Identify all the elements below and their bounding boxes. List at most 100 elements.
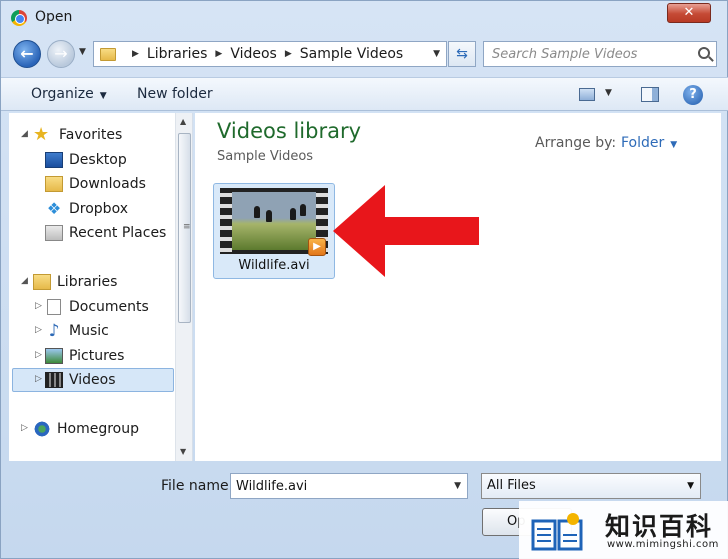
sidebar-item-label: Videos — [69, 372, 116, 388]
chevron-down-icon: ▼ — [99, 91, 107, 101]
sidebar-item-downloads[interactable]: Downloads — [45, 172, 146, 196]
sidebar-item-label: Pictures — [69, 348, 125, 364]
file-name-label: File name: — [161, 478, 234, 494]
chrome-icon — [11, 10, 27, 26]
view-chevron-down-icon[interactable]: ▼ — [605, 88, 612, 98]
sidebar-item-label: Desktop — [69, 152, 127, 168]
collapse-arrow-icon[interactable]: ◢ — [21, 276, 28, 286]
sidebar-item-label: Dropbox — [69, 201, 128, 217]
sidebar-item-label: Homegroup — [57, 421, 140, 437]
sidebar-item-documents[interactable]: Documents — [45, 295, 149, 319]
bird-shape — [254, 206, 260, 218]
arrange-by-value: Folder — [621, 135, 665, 151]
libraries-icon — [33, 274, 51, 290]
bird-shape — [290, 208, 296, 220]
breadcrumb-videos[interactable]: Videos — [230, 46, 277, 62]
chevron-right-icon[interactable]: ▶ — [285, 49, 292, 59]
file-list-pane: Videos library Sample Videos Arrange by:… — [195, 113, 721, 461]
breadcrumb-libraries[interactable]: Libraries — [147, 46, 207, 62]
sidebar-item-music[interactable]: ♪ Music — [45, 319, 109, 343]
bird-shape — [300, 204, 306, 216]
command-toolbar: Organize ▼ New folder ▼ ? — [1, 77, 728, 111]
library-subtitle: Sample Videos — [217, 149, 314, 164]
sidebar-item-label: Recent Places — [69, 225, 167, 241]
refresh-button[interactable]: ⇆ — [448, 41, 476, 67]
star-icon: ★ — [33, 124, 50, 145]
scroll-up-arrow-icon[interactable]: ▲ — [180, 117, 186, 126]
recent-places-icon — [45, 225, 63, 241]
forward-button[interactable]: → — [47, 40, 75, 68]
chevron-right-icon[interactable]: ▶ — [132, 49, 139, 59]
open-dialog: Open ✕ ← → ▼ ▶ Libraries ▶ Videos ▶ Samp… — [0, 0, 728, 559]
chevron-right-icon[interactable]: ▶ — [215, 49, 222, 59]
folder-icon — [100, 47, 116, 61]
search-box — [483, 41, 717, 67]
scroll-down-arrow-icon[interactable]: ▼ — [180, 447, 186, 456]
address-chevron-down-icon[interactable]: ▼ — [433, 49, 440, 59]
sidebar-item-label: Documents — [69, 299, 149, 315]
expand-arrow-icon[interactable]: ▷ — [35, 374, 42, 384]
sidebar-item-label: Libraries — [57, 274, 118, 290]
organize-button[interactable]: Organize ▼ — [31, 86, 107, 102]
pictures-icon — [45, 348, 63, 364]
preview-pane-icon[interactable] — [641, 87, 659, 102]
sidebar-item-label: Downloads — [69, 176, 146, 192]
sidebar-item-favorites[interactable]: ★ Favorites — [33, 123, 122, 147]
file-name-combobox: ▼ — [230, 473, 468, 499]
documents-icon — [47, 299, 61, 315]
file-name: Wildlife.avi — [238, 258, 310, 273]
expand-arrow-icon[interactable]: ▷ — [35, 301, 42, 311]
organize-label: Organize — [31, 86, 94, 102]
watermark: 知识百科 www.mimingshi.com — [519, 501, 728, 559]
book-lightbulb-logo-icon — [531, 513, 583, 551]
desktop-icon — [45, 152, 63, 168]
sidebar-item-dropbox[interactable]: ❖ Dropbox — [45, 197, 128, 221]
sidebar-item-label: Music — [69, 323, 109, 339]
file-name-input[interactable] — [231, 474, 441, 498]
videos-icon — [45, 372, 63, 388]
scroll-thumb[interactable]: ≡ — [178, 133, 191, 323]
file-item-wildlife[interactable]: ▶ Wildlife.avi — [213, 183, 335, 279]
close-button[interactable]: ✕ — [667, 3, 711, 23]
new-folder-button[interactable]: New folder — [137, 86, 213, 102]
expand-arrow-icon[interactable]: ▷ — [21, 423, 28, 433]
sidebar-item-recent-places[interactable]: Recent Places — [45, 221, 166, 245]
sidebar-item-desktop[interactable]: Desktop — [45, 148, 127, 172]
sidebar-item-videos[interactable]: Videos — [45, 368, 116, 392]
red-arrow-shape — [333, 185, 479, 277]
view-options-icon[interactable] — [579, 88, 595, 101]
search-input[interactable] — [484, 42, 684, 66]
homegroup-icon — [33, 421, 51, 437]
navigation-scrollbar[interactable]: ▲ ≡ ▼ — [175, 113, 192, 461]
sidebar-item-label: Favorites — [59, 127, 123, 143]
chevron-down-icon[interactable]: ▼ — [454, 481, 461, 491]
navigation-pane: ◢ ★ Favorites Desktop Downloads ❖ Dropbo… — [9, 113, 193, 461]
search-icon[interactable] — [698, 47, 710, 59]
address-bar[interactable]: ▶ Libraries ▶ Videos ▶ Sample Videos ▼ — [93, 41, 447, 67]
arrange-by-dropdown[interactable]: Folder ▼ — [621, 135, 677, 151]
music-icon: ♪ — [48, 321, 60, 341]
sidebar-item-libraries[interactable]: Libraries — [33, 270, 117, 294]
watermark-url: www.mimingshi.com — [607, 539, 719, 550]
navigation-bar: ← → ▼ ▶ Libraries ▶ Videos ▶ Sample Vide… — [1, 35, 728, 73]
title-bar: Open ✕ — [1, 1, 728, 35]
help-icon[interactable]: ? — [683, 85, 703, 105]
expand-arrow-icon[interactable]: ▷ — [35, 350, 42, 360]
collapse-arrow-icon[interactable]: ◢ — [21, 129, 28, 139]
sidebar-item-homegroup[interactable]: Homegroup — [33, 417, 139, 441]
file-type-filter[interactable]: All Files ▼ — [481, 473, 701, 499]
video-thumbnail: ▶ — [220, 188, 328, 256]
media-player-icon: ▶ — [308, 238, 326, 256]
library-title: Videos library — [217, 119, 362, 143]
window-title: Open — [35, 9, 73, 25]
film-strip-left — [220, 188, 232, 254]
wildlife-scene — [232, 192, 316, 250]
recent-pages-chevron-down-icon[interactable]: ▼ — [79, 47, 86, 57]
scroll-grip-icon: ≡ — [183, 222, 191, 232]
sidebar-item-pictures[interactable]: Pictures — [45, 344, 124, 368]
bird-shape — [266, 210, 272, 222]
chevron-down-icon: ▼ — [670, 140, 678, 150]
expand-arrow-icon[interactable]: ▷ — [35, 325, 42, 335]
breadcrumb-sample-videos[interactable]: Sample Videos — [300, 46, 403, 62]
back-button[interactable]: ← — [13, 40, 41, 68]
